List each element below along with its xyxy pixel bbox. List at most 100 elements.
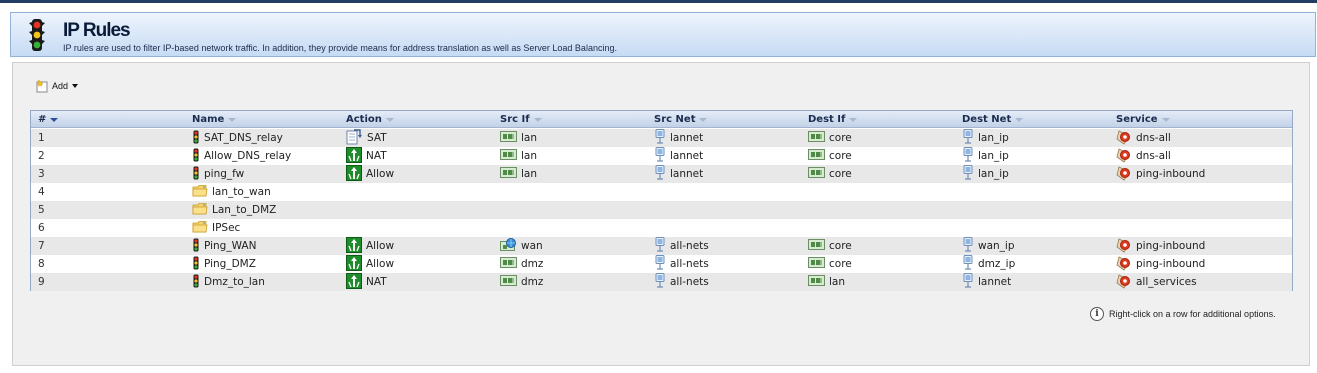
cell-text: Dmz_to_lan	[204, 276, 265, 288]
sort-arrow-icon	[699, 117, 708, 122]
cell-text: SAT_DNS_relay	[204, 132, 283, 144]
cell-text: core	[829, 240, 852, 252]
cell-num: 6	[38, 219, 45, 237]
column-header-number[interactable]: #	[38, 114, 59, 125]
network-icon	[962, 236, 974, 256]
folder-icon	[192, 220, 208, 236]
cell-text: ping-inbound	[1136, 168, 1206, 180]
cell-name: SAT_DNS_relay	[192, 129, 283, 147]
traffic-light-icon	[192, 130, 200, 147]
column-header-dest-net[interactable]: Dest Net	[962, 114, 1024, 125]
cell-text: all-nets	[670, 240, 709, 252]
cell-name: lan_to_wan	[192, 183, 271, 201]
traffic-light-icon	[192, 274, 200, 291]
cell-text: all-nets	[670, 258, 709, 270]
network-icon	[654, 254, 666, 274]
column-header-service[interactable]: Service	[1116, 114, 1170, 125]
column-label: Name	[192, 114, 225, 125]
cell-src-if: lan	[500, 147, 537, 165]
cell-action: NAT	[346, 272, 387, 291]
cell-name: Ping_DMZ	[192, 255, 256, 273]
table-row[interactable]: 6 IPSec	[31, 219, 1292, 237]
cell-name: Dmz_to_lan	[192, 273, 265, 291]
table-row[interactable]: 7 Ping_WAN Allow wan all-nets core wan_ip ping-…	[31, 236, 1292, 256]
cell-text: Allow	[366, 258, 395, 270]
cell-name: IPSec	[192, 219, 240, 237]
column-label: Dest Net	[962, 114, 1012, 125]
cell-text: wan	[521, 240, 543, 252]
context-hint: i Right-click on a row for additional op…	[1090, 307, 1276, 321]
cell-dest-net: dmz_ip	[962, 254, 1016, 274]
cell-name: Allow_DNS_relay	[192, 147, 291, 165]
cell-service: all_services	[1116, 273, 1197, 291]
network-icon	[962, 272, 974, 292]
cell-service: ping-inbound	[1116, 165, 1205, 183]
sort-desc-icon	[50, 117, 59, 122]
cell-dest-if: core	[808, 237, 852, 255]
cell-text: dmz	[521, 258, 544, 270]
column-header-dest-if[interactable]: Dest If	[808, 114, 858, 125]
column-header-src-if[interactable]: Src If	[500, 114, 542, 125]
network-icon	[962, 254, 974, 274]
cell-text: Allow	[366, 168, 395, 180]
cell-text: dmz_ip	[978, 258, 1016, 270]
sort-arrow-icon	[385, 117, 394, 122]
interface-icon	[808, 167, 825, 181]
traffic-light-logo-icon	[29, 19, 45, 51]
service-icon	[1116, 255, 1132, 274]
table-row[interactable]: 2 Allow_DNS_relay NAT lan lannet core lan_ip dn…	[31, 146, 1292, 165]
cell-dest-if: core	[808, 129, 852, 147]
network-icon	[654, 164, 666, 184]
table-row[interactable]: 9 Dmz_to_lan NAT dmz all-nets lan lannet all_se…	[31, 272, 1292, 292]
network-icon	[654, 272, 666, 292]
cell-text: SAT	[367, 132, 387, 144]
cell-text: 4	[38, 186, 45, 198]
cell-src-if: wan	[500, 237, 543, 255]
cell-text: 5	[38, 204, 45, 216]
column-header-action[interactable]: Action	[346, 114, 394, 125]
table-row[interactable]: 4 lan_to_wan	[31, 183, 1292, 201]
table-row[interactable]: 5 Lan_to_DMZ	[31, 201, 1292, 219]
cell-text: lan	[829, 276, 846, 288]
sat-icon	[346, 128, 363, 148]
sort-arrow-icon	[1161, 117, 1170, 122]
table-row[interactable]: 1 SAT_DNS_relay SAT lan lannet core lan_ip dns-…	[31, 128, 1292, 148]
cell-src-net: all-nets	[654, 254, 709, 274]
cell-text: core	[829, 168, 852, 180]
cell-action: Allow	[346, 236, 394, 255]
cell-action: NAT	[346, 146, 387, 165]
service-icon	[1116, 237, 1132, 256]
cell-dest-net: lan_ip	[962, 128, 1009, 147]
column-label: Dest If	[808, 114, 846, 125]
cell-text: 8	[38, 258, 45, 270]
add-button[interactable]: Add	[35, 78, 79, 94]
traffic-light-icon	[192, 148, 200, 165]
cell-text: 9	[38, 276, 45, 288]
table-row[interactable]: 3 ping_fw Allow lan lannet core lan_ip ping-inb…	[31, 164, 1292, 184]
cell-num: 5	[38, 201, 45, 219]
sort-arrow-icon	[849, 117, 858, 122]
interface-icon	[808, 275, 825, 289]
cell-text: 6	[38, 222, 45, 234]
page-header: IP Rules IP rules are used to filter IP-…	[10, 12, 1316, 57]
cell-text: lannet	[670, 132, 704, 144]
cell-text: Allow_DNS_relay	[204, 150, 292, 162]
cell-text: lan	[521, 168, 538, 180]
folder-icon	[192, 184, 208, 200]
traffic-light-icon	[192, 256, 200, 273]
traffic-light-icon	[192, 238, 200, 255]
traffic-light-icon	[192, 166, 200, 183]
column-label: Src If	[500, 114, 530, 125]
table-row[interactable]: 8 Ping_DMZ Allow dmz all-nets core dmz_ip ping-…	[31, 254, 1292, 274]
cell-text: dns-all	[1136, 150, 1171, 162]
column-header-src-net[interactable]: Src Net	[654, 114, 708, 125]
column-header-name[interactable]: Name	[192, 114, 237, 125]
service-icon	[1116, 129, 1132, 148]
cell-dest-net: lan_ip	[962, 146, 1009, 165]
interface-icon	[500, 131, 517, 145]
cell-num: 1	[38, 129, 45, 147]
cell-src-if: lan	[500, 129, 537, 147]
cell-text: core	[829, 258, 852, 270]
cell-action: Allow	[346, 254, 395, 273]
page-subtitle: IP rules are used to filter IP-based net…	[63, 43, 617, 53]
